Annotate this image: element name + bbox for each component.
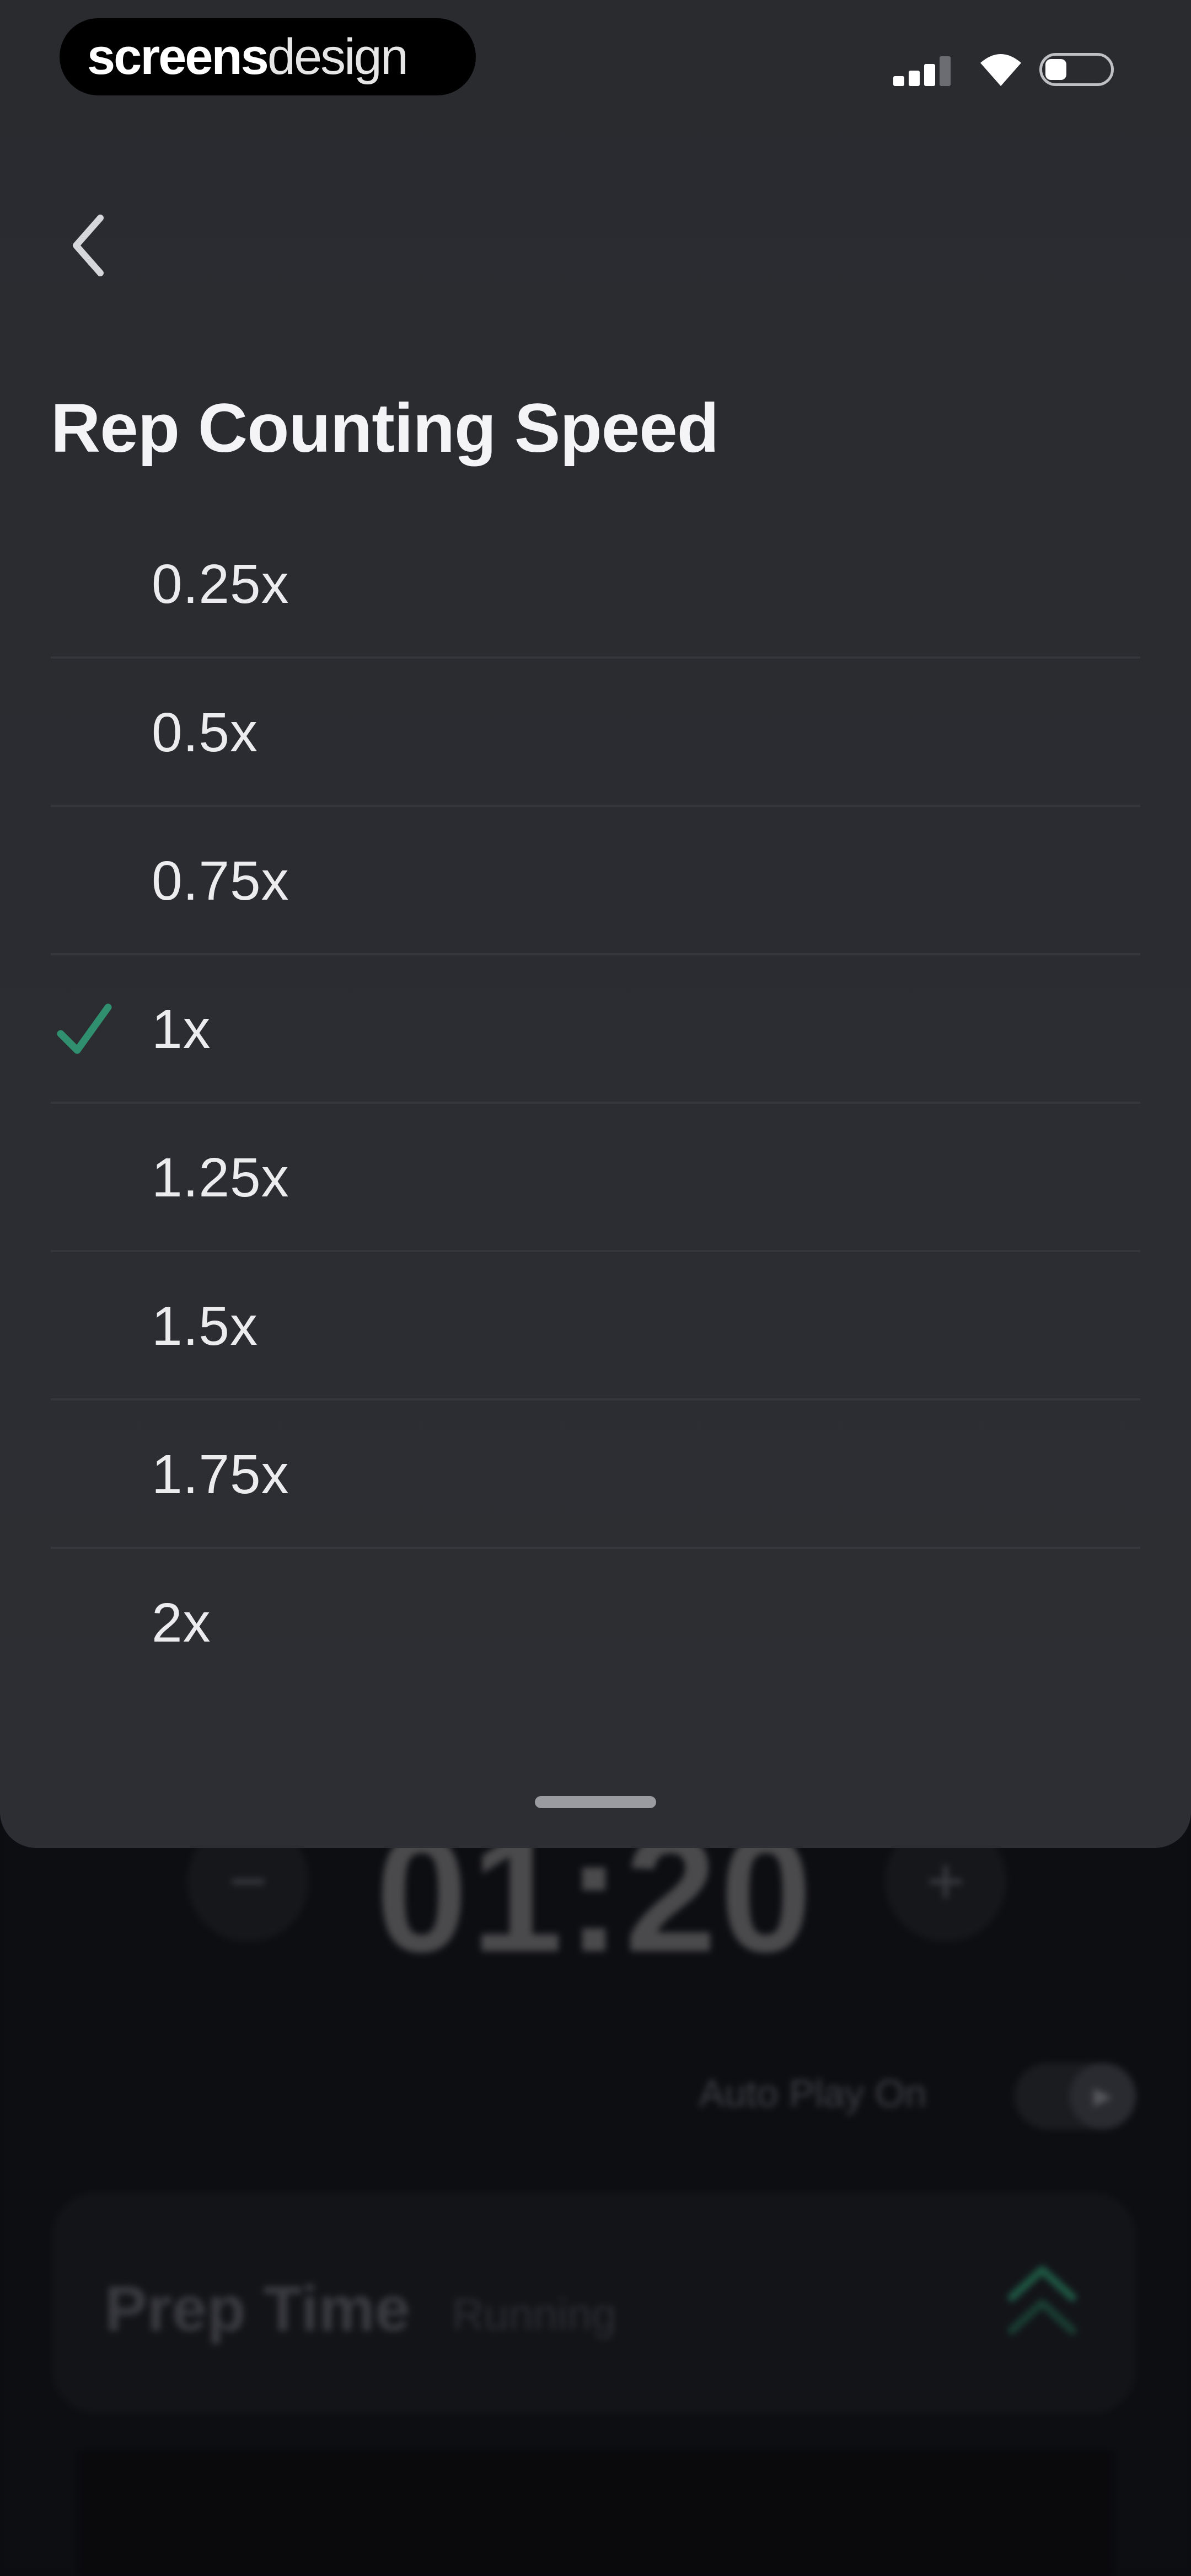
speed-option[interactable]: 1.75x [0, 1401, 1191, 1549]
battery-icon [1039, 53, 1114, 86]
speed-option[interactable]: 1x [0, 955, 1191, 1104]
speed-option[interactable]: 1.5x [0, 1252, 1191, 1401]
speed-option[interactable]: 1.25x [0, 1104, 1191, 1252]
status-icons [893, 50, 1125, 88]
card-status: Running [452, 2290, 617, 2339]
speed-selection-sheet: screens design Rep Counting Speed 0.25x … [0, 0, 1191, 1848]
speed-option-label: 1x [152, 998, 211, 1060]
speed-option-label: 0.75x [152, 850, 289, 912]
speed-option[interactable]: 0.5x [0, 659, 1191, 807]
speed-option-label: 2x [152, 1592, 211, 1654]
sheet-title: Rep Counting Speed [51, 390, 719, 467]
play-icon: ▶ [1070, 2063, 1136, 2129]
autoplay-toggle[interactable]: ▶ [1015, 2063, 1136, 2129]
sheet-grab-handle[interactable] [535, 1796, 656, 1808]
speed-option[interactable]: 2x [0, 1549, 1191, 1697]
chevron-left-icon [73, 215, 104, 276]
speed-options-list: 0.25x 0.5x 0.75x 1x 1.25x 1.5x 1.75x 2x [0, 510, 1191, 1697]
speed-option-label: 1.5x [152, 1295, 259, 1357]
background-lower-panel [77, 2449, 1114, 2576]
autoplay-label: Auto Play On [699, 2072, 926, 2115]
speed-option[interactable]: 0.75x [0, 807, 1191, 955]
app-screen: − 01:20 + Auto Play On ▶ Prep Time Runni… [0, 0, 1191, 2576]
speed-option-label: 1.75x [152, 1444, 289, 1505]
check-icon [54, 995, 115, 1064]
status-bar: screens design [0, 0, 1191, 110]
brand-badge: screens design [60, 18, 476, 95]
card-title: Prep Time [105, 2274, 410, 2344]
speed-option-label: 1.25x [152, 1147, 289, 1209]
speed-option-label: 0.25x [152, 553, 289, 615]
prep-time-card[interactable]: Prep Time Running [52, 2193, 1136, 2413]
speed-option[interactable]: 0.25x [0, 510, 1191, 659]
brand-text-bold: screens [87, 28, 269, 85]
wifi-icon [976, 50, 1026, 88]
speed-option-label: 0.5x [152, 702, 259, 763]
brand-text-light: design [267, 28, 409, 85]
back-button[interactable] [55, 204, 121, 287]
chevron-up-double-icon[interactable] [1001, 2253, 1083, 2358]
signal-icon [893, 55, 959, 86]
